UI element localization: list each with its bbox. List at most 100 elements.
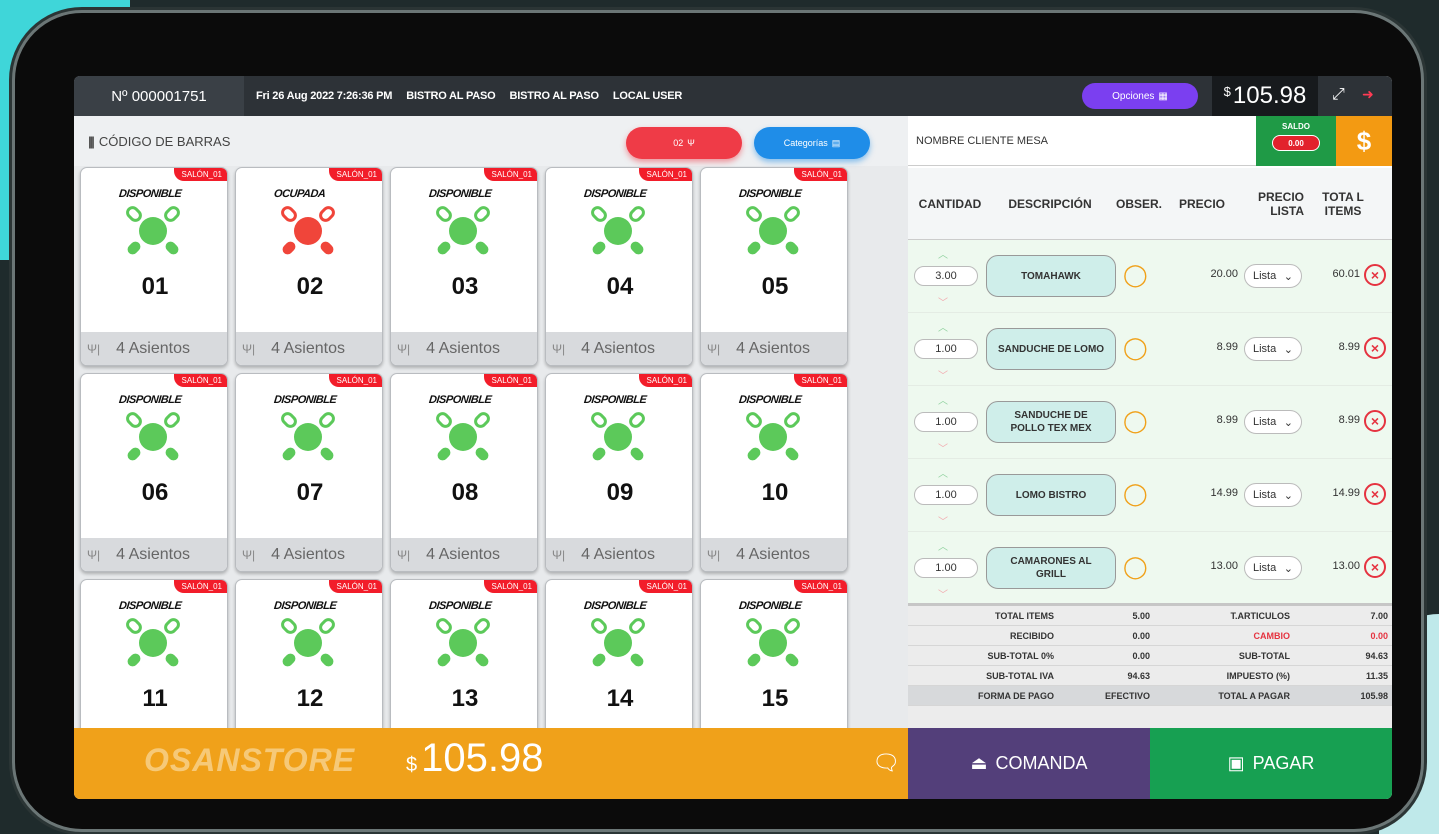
table-number: 13 [451,685,479,712]
item-description[interactable]: LOMO BISTRO [986,474,1116,516]
comment-icon[interactable]: ◯ [1123,410,1148,432]
table-card[interactable]: SALÓN_01 DISPONIBLE 01 Ψ| 4 Asientos [80,167,228,366]
chat-icon[interactable]: 🗨 [872,750,900,776]
dining-table-icon [591,412,645,461]
salon-badge: SALÓN_01 [328,168,382,181]
table-card[interactable]: SALÓN_01 OCUPADA 02 Ψ| 4 Asientos [235,167,383,366]
options-button[interactable]: Opciones ▦ [1082,83,1198,109]
top-bar: Nº 000001751 Fri 26 Aug 2022 7:26:36 PM … [74,76,1392,116]
comanda-button[interactable]: ⏏ COMANDA [908,728,1150,799]
quantity-input[interactable]: 1.00 [914,412,978,432]
table-status: DISPONIBLE [118,188,182,200]
dollar-button[interactable]: $ [1336,116,1392,166]
client-name-field[interactable]: NOMBRE CLIENTE MESA [908,116,1256,166]
remove-item-icon[interactable]: × [1364,483,1386,505]
chevron-down-icon: ⌄ [1283,416,1293,429]
table-card[interactable]: SALÓN_01 DISPONIBLE 08 Ψ| 4 Asientos [390,373,538,572]
comment-icon[interactable]: ◯ [1123,483,1148,505]
chevron-down-icon[interactable]: ﹀ [938,586,948,601]
remove-item-icon[interactable]: × [1364,410,1386,432]
table-card[interactable]: SALÓN_01 DISPONIBLE 07 Ψ| 4 Asientos [235,373,383,572]
remove-item-icon[interactable]: × [1364,337,1386,359]
chevron-up-icon[interactable]: ︿ [938,465,948,480]
item-description[interactable]: SANDUCHE DE POLLO TEX MEX [986,401,1116,443]
comment-icon[interactable]: ◯ [1123,556,1148,578]
chevron-up-icon[interactable]: ︿ [938,538,948,553]
chevron-up-icon[interactable]: ︿ [938,246,948,261]
price-list-select[interactable]: Lista ⌄ [1244,483,1302,507]
item-price: 20.00 [1210,268,1238,280]
comment-icon[interactable]: ◯ [1123,264,1148,286]
chevron-down-icon[interactable]: ﹀ [938,294,948,309]
header-cantidad: CANTIDAD [918,196,982,211]
salon-badge: SALÓN_01 [328,374,382,387]
chevron-up-icon[interactable]: ︿ [938,319,948,334]
price-list-select[interactable]: Lista ⌄ [1244,410,1302,434]
pay-button[interactable]: ▣ PAGAR [1150,728,1392,799]
quantity-input[interactable]: 1.00 [914,558,978,578]
quantity-input[interactable]: 1.00 [914,485,978,505]
saldo-box: SALDO 0.00 [1256,116,1336,166]
datetime: Fri 26 Aug 2022 7:26:36 PM [256,90,393,102]
quantity-input[interactable]: 3.00 [914,266,978,286]
chevron-down-icon: ⌄ [1283,270,1293,283]
summary-label: T.ARTICULOS [1230,610,1291,621]
selected-table-button[interactable]: 02 Ψ [626,127,742,159]
item-description[interactable]: TOMAHAWK [986,255,1116,297]
table-number: 05 [761,273,789,300]
cash-register-icon: ▣ [1227,753,1245,773]
table-card[interactable]: SALÓN_01 DISPONIBLE 10 Ψ| 4 Asientos [700,373,848,572]
table-card[interactable]: SALÓN_01 DISPONIBLE 05 Ψ| 4 Asientos [700,167,848,366]
table-seats: Ψ| 4 Asientos [701,538,847,571]
top-total: $ 105.98 [1212,76,1318,116]
order-item-row: ︿ 1.00 ﹀ CAMARONES AL GRILL ◯ 13.00 Lista ⌄ 13.0… [908,532,1392,605]
table-card[interactable]: SALÓN_01 DISPONIBLE 03 Ψ| 4 Asientos [390,167,538,366]
chevron-down-icon[interactable]: ﹀ [938,513,948,528]
utensils-icon: Ψ| [707,342,721,356]
expand-icon[interactable]: ⤢ [1332,86,1345,104]
remove-item-icon[interactable]: × [1364,556,1386,578]
quantity-input[interactable]: 1.00 [914,339,978,359]
dining-table-icon [436,412,490,461]
top-total-value: 105.98 [1232,82,1307,109]
table-card[interactable]: SALÓN_01 DISPONIBLE 06 Ψ| 4 Asientos [80,373,228,572]
item-description[interactable]: SANDUCHE DE LOMO [986,328,1116,370]
price-list-select[interactable]: Lista ⌄ [1244,556,1302,580]
chevron-down-icon: ⌄ [1283,343,1293,356]
summary-value: 7.00 [1370,610,1388,621]
chevron-down-icon: ⌄ [1283,489,1293,502]
order-item-row: ︿ 1.00 ﹀ SANDUCHE DE LOMO ◯ 8.99 Lista ⌄ 8.99 × [908,313,1392,386]
table-number: 15 [761,685,789,712]
chevron-down-icon[interactable]: ﹀ [938,367,948,382]
table-number: 07 [296,479,324,506]
summary-label: RECIBIDO [1009,630,1054,641]
chevron-down-icon[interactable]: ﹀ [938,440,948,455]
table-card[interactable]: SALÓN_01 DISPONIBLE 04 Ψ| 4 Asientos [545,167,693,366]
item-price: 8.99 [1216,414,1238,426]
tables-panel: ||| CÓDIGO DE BARRAS 02 Ψ Categorías ▤ S… [74,116,908,778]
chevron-down-icon: ⌄ [1283,562,1293,575]
table-status: DISPONIBLE [273,600,337,612]
dining-table-icon [281,412,335,461]
salon-badge: SALÓN_01 [793,580,847,593]
location-label: BISTRO AL PASO [509,90,599,102]
remove-item-icon[interactable]: × [1364,264,1386,286]
utensils-icon: Ψ| [87,548,101,562]
order-summary: TOTAL ITEMS 5.00 T.ARTICULOS 7.00 RECIBIDO 0.… [908,603,1392,728]
salon-badge: SALÓN_01 [173,374,227,387]
seats-label: 4 Asientos [581,546,655,563]
summary-value: 0.00 [1370,630,1388,641]
table-card[interactable]: SALÓN_01 DISPONIBLE 09 Ψ| 4 Asientos [545,373,693,572]
table-status: DISPONIBLE [273,394,337,406]
logout-icon[interactable]: ➜ [1362,86,1374,103]
comment-icon[interactable]: ◯ [1123,337,1148,359]
dining-table-icon [436,618,490,667]
saldo-value: 0.00 [1272,135,1320,151]
price-list-select[interactable]: Lista ⌄ [1244,337,1302,361]
item-description[interactable]: CAMARONES AL GRILL [986,547,1116,589]
categories-button[interactable]: Categorías ▤ [754,127,870,159]
table-number: 11 [142,685,168,712]
table-seats: Ψ| 4 Asientos [391,538,537,571]
price-list-select[interactable]: Lista ⌄ [1244,264,1302,288]
chevron-up-icon[interactable]: ︿ [938,392,948,407]
